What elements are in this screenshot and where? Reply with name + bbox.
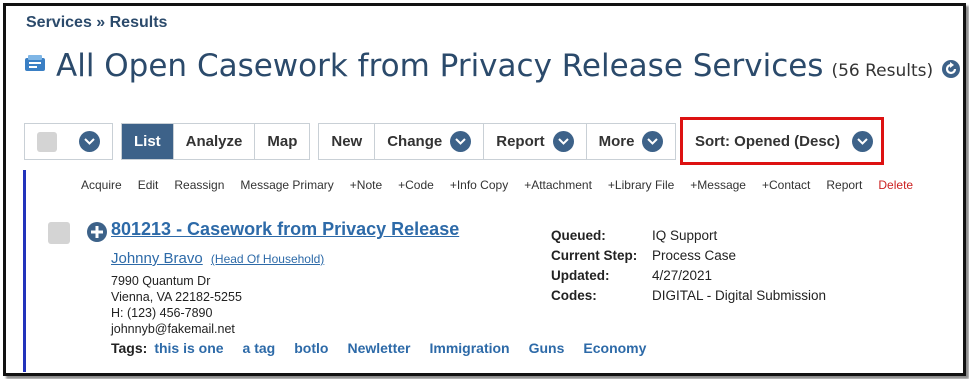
action-group: New Change Report More	[318, 123, 677, 160]
detail-row-updated: Updated: 4/27/2021	[551, 268, 826, 288]
action-add-attachment[interactable]: +Attachment	[524, 178, 592, 192]
action-add-code[interactable]: +Code	[398, 178, 434, 192]
services-icon	[25, 55, 45, 71]
result-item: Acquire Edit Reassign Message Primary +N…	[23, 170, 963, 372]
more-dropdown[interactable]: More	[587, 124, 676, 159]
action-acquire[interactable]: Acquire	[81, 178, 122, 192]
chevron-down-icon	[642, 131, 664, 152]
email-address: johnnyb@fakemail.net	[111, 322, 235, 336]
tags-row: Tags: this is one a tag botlo Newletter …	[111, 340, 665, 356]
tag-link[interactable]: a tag	[243, 340, 276, 356]
action-edit[interactable]: Edit	[138, 178, 159, 192]
detail-label: Updated:	[551, 268, 610, 283]
detail-row-queued: Queued: IQ Support	[551, 228, 826, 248]
detail-value: 4/27/2021	[652, 268, 713, 283]
change-dropdown[interactable]: Change	[375, 124, 485, 159]
view-toggle-group: List Analyze Map	[121, 123, 311, 160]
phone-number: H: (123) 456-7890	[111, 306, 213, 320]
action-add-message[interactable]: +Message	[690, 178, 746, 192]
report-dropdown[interactable]: Report	[484, 124, 587, 159]
case-details: Queued: IQ Support Current Step: Process…	[551, 228, 826, 308]
map-view-button[interactable]: Map	[255, 124, 309, 159]
address-line-1: 7990 Quantum Dr	[111, 274, 211, 288]
action-delete[interactable]: Delete	[878, 178, 913, 192]
tag-link[interactable]: Economy	[583, 340, 646, 356]
detail-label: Queued:	[551, 228, 606, 243]
action-add-library-file[interactable]: +Library File	[608, 178, 674, 192]
breadcrumb[interactable]: Services » Results	[26, 14, 167, 32]
tag-link[interactable]: this is one	[154, 340, 223, 356]
change-label: Change	[387, 133, 443, 150]
item-actions: Acquire Edit Reassign Message Primary +N…	[81, 178, 913, 192]
chevron-down-icon	[552, 131, 574, 152]
detail-value: IQ Support	[652, 228, 718, 243]
report-label: Report	[496, 133, 545, 150]
chevron-down-icon	[450, 131, 472, 152]
result-count: (56 Results)	[831, 61, 934, 81]
item-checkbox[interactable]	[48, 222, 70, 244]
tag-link[interactable]: Guns	[529, 340, 565, 356]
action-report[interactable]: Report	[826, 178, 862, 192]
tags-label: Tags:	[111, 340, 148, 356]
detail-value: DIGITAL - Digital Submission	[652, 288, 827, 303]
constituent-name[interactable]: Johnny Bravo	[111, 250, 203, 267]
action-add-note[interactable]: +Note	[350, 178, 382, 192]
page-header: All Open Casework from Privacy Release S…	[24, 48, 961, 84]
analyze-view-button[interactable]: Analyze	[174, 124, 256, 159]
list-view-button[interactable]: List	[122, 124, 174, 159]
chevron-down-icon[interactable]	[79, 131, 100, 152]
action-message-primary[interactable]: Message Primary	[240, 178, 333, 192]
detail-label: Current Step:	[551, 248, 638, 263]
constituent-link[interactable]: Johnny Bravo (Head Of Household)	[111, 250, 324, 267]
select-all-group	[24, 123, 113, 160]
tag-link[interactable]: botlo	[294, 340, 328, 356]
select-all-checkbox[interactable]	[37, 131, 57, 152]
action-add-info-copy[interactable]: +Info Copy	[450, 178, 508, 192]
new-button[interactable]: New	[319, 124, 376, 159]
expand-plus-icon[interactable]	[86, 221, 108, 243]
detail-row-codes: Codes: DIGITAL - Digital Submission	[551, 288, 826, 308]
case-title-link[interactable]: 801213 - Casework from Privacy Release	[111, 219, 459, 240]
constituent-role[interactable]: (Head Of Household)	[211, 252, 324, 266]
address-line-2: Vienna, VA 22182-5255	[111, 290, 242, 304]
more-label: More	[598, 133, 635, 150]
tag-link[interactable]: Newletter	[347, 340, 410, 356]
sort-dropdown[interactable]: Sort: Opened (Desc)	[687, 123, 881, 160]
toolbar: List Analyze Map New Change Report More	[24, 123, 684, 160]
detail-label: Codes:	[551, 288, 597, 303]
page-title: All Open Casework from Privacy Release S…	[56, 48, 824, 84]
window-frame: Services » Results All Open Casework fro…	[3, 3, 966, 376]
action-reassign[interactable]: Reassign	[174, 178, 224, 192]
detail-value: Process Case	[652, 248, 737, 263]
tag-link[interactable]: Immigration	[429, 340, 509, 356]
sort-label: Sort: Opened (Desc)	[695, 133, 841, 150]
detail-row-current-step: Current Step: Process Case	[551, 248, 826, 268]
select-all-dropdown[interactable]	[25, 124, 112, 159]
refresh-icon[interactable]	[941, 59, 961, 79]
chevron-down-icon	[852, 131, 874, 152]
action-add-contact[interactable]: +Contact	[762, 178, 810, 192]
